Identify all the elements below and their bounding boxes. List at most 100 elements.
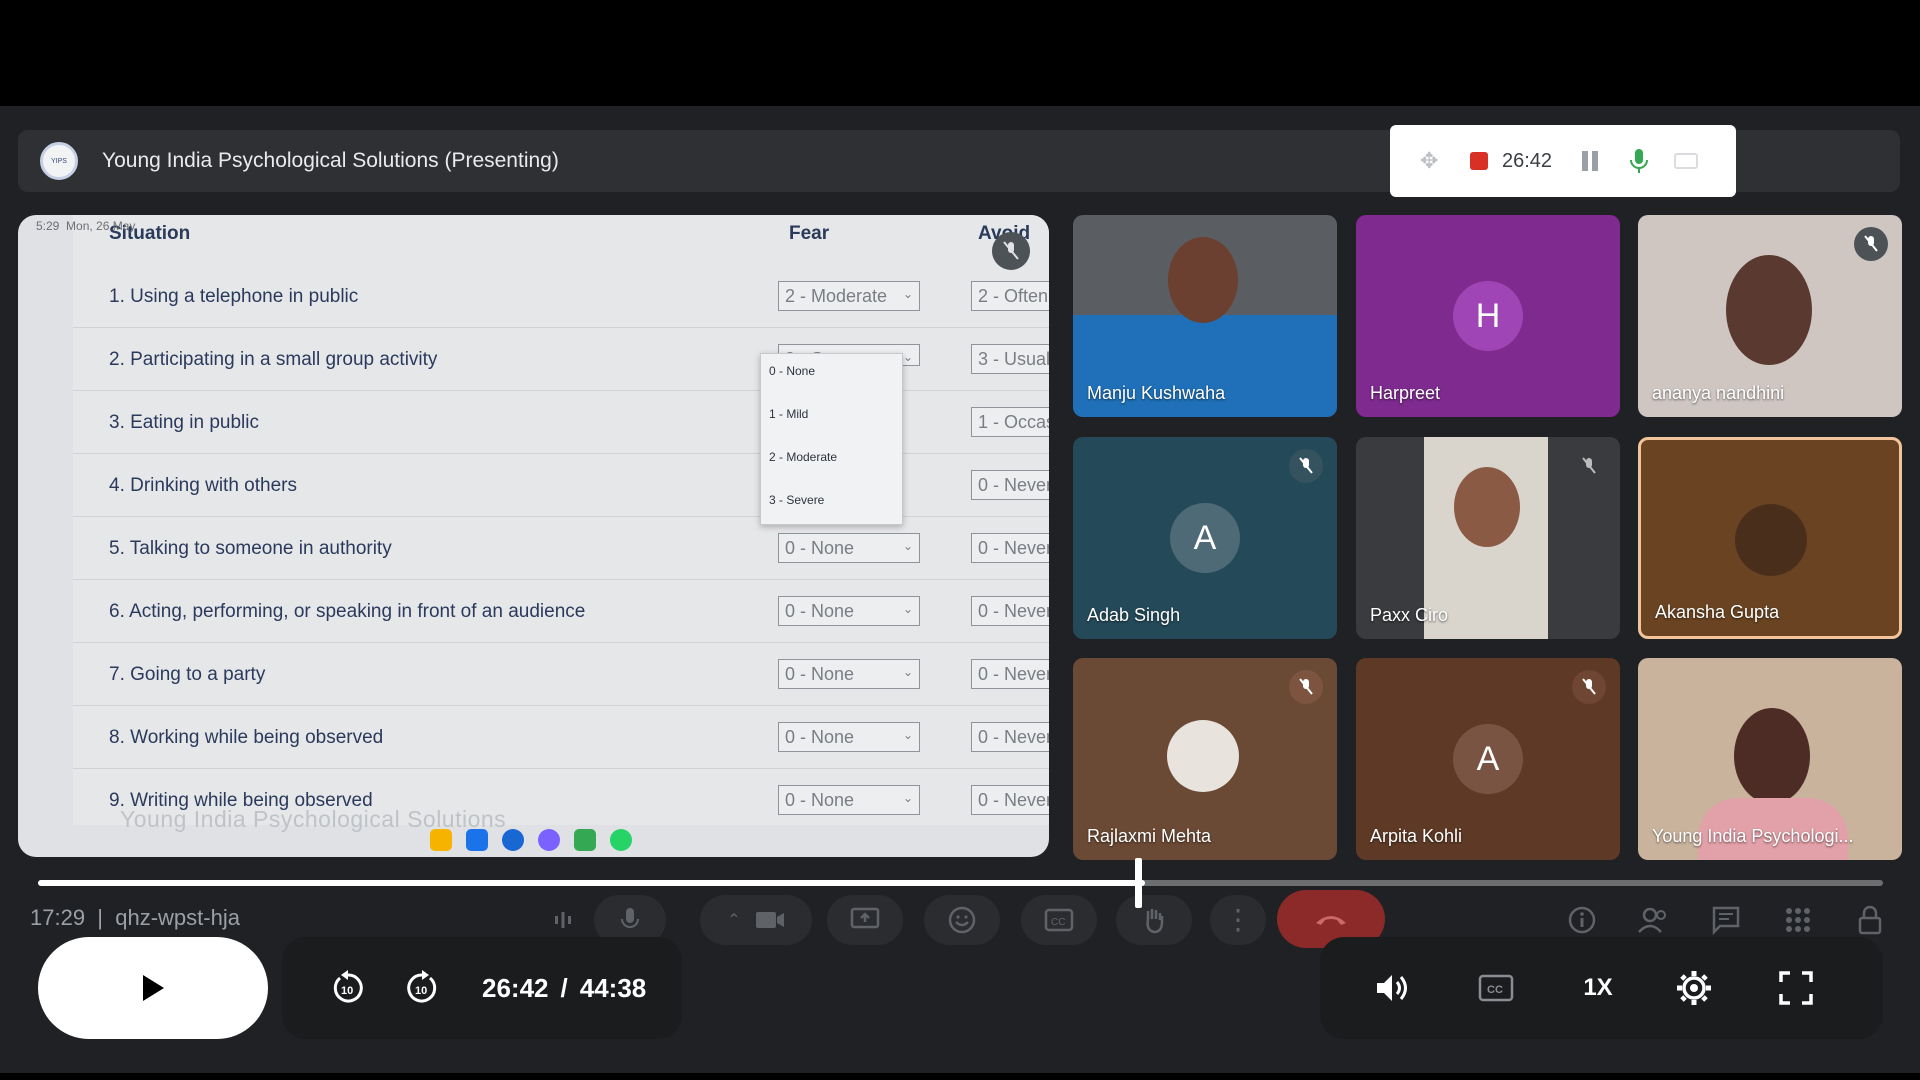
svg-text:CC: CC (1051, 917, 1065, 928)
participant-tile[interactable]: Paxx Ciro (1356, 437, 1620, 639)
meeting-clock: 17:29 | qhz-wpst-hja (30, 905, 240, 930)
time-separator: / (560, 972, 568, 1003)
fullscreen-icon[interactable] (1776, 968, 1816, 1008)
volume-icon[interactable] (1372, 968, 1412, 1008)
folder-icon (430, 829, 452, 851)
present-screen-button[interactable] (827, 895, 903, 945)
table-row: 1. Using a telephone in public 2 - Moder… (73, 265, 1049, 328)
avoidance-select[interactable]: 0 - Never (971, 470, 1049, 500)
forward-10-icon[interactable]: 10 (402, 968, 442, 1008)
situation-label: 4. Drinking with others (109, 475, 297, 496)
move-icon[interactable]: ✥ (1420, 148, 1442, 174)
camera-button[interactable]: ⌃ (700, 895, 812, 945)
dropdown-option[interactable]: 2 - Moderate (769, 450, 837, 464)
host-controls-icon[interactable] (1852, 902, 1888, 938)
fear-select[interactable]: 2 - Moderate ⌄ (778, 281, 920, 311)
situation-label: 5. Talking to someone in authority (109, 538, 392, 559)
fear-select[interactable]: 0 - None ⌄ (778, 785, 920, 815)
recording-panel: ✥ 26:42 (1390, 125, 1736, 197)
participant-face (1734, 708, 1810, 804)
participant-name: Adab Singh (1087, 605, 1181, 625)
avoidance-select[interactable]: 0 - Never (971, 722, 1049, 752)
dropdown-option[interactable]: 1 - Mild (769, 407, 808, 421)
avoidance-select[interactable]: 0 - Never (971, 596, 1049, 626)
situation-label: 1. Using a telephone in public (109, 286, 359, 307)
captions-button[interactable]: CC (1021, 895, 1097, 945)
avoidance-select[interactable]: 0 - Never (971, 533, 1049, 563)
participant-tile[interactable]: Rajlaxmi Mehta (1073, 658, 1337, 860)
dropdown-option[interactable]: 0 - None (769, 364, 815, 378)
avatar: H (1453, 281, 1523, 351)
player-settings-controls: CC 1X (1320, 937, 1883, 1039)
participant-tile[interactable]: H Harpreet (1356, 215, 1620, 417)
mic-off-icon (1289, 449, 1323, 483)
participant-face (1168, 237, 1238, 323)
playback-scrubber-handle[interactable] (1135, 858, 1142, 908)
chat-icon[interactable] (1708, 902, 1744, 938)
emoji-reaction-button[interactable] (924, 895, 1000, 945)
dropdown-option[interactable]: 3 - Severe (769, 493, 824, 507)
fear-select[interactable]: 0 - None ⌄ (778, 533, 920, 563)
mic-off-icon (1854, 227, 1888, 261)
browser-icon (538, 829, 560, 851)
avoidance-select[interactable]: 1 - Occasionally (971, 407, 1049, 437)
column-header-fear: Fear (789, 223, 830, 244)
svg-text:10: 10 (341, 985, 353, 997)
current-time: 26:42 (482, 972, 549, 1003)
situation-label: 7. Going to a party (109, 664, 266, 685)
participant-tile[interactable]: ananya nandhini (1638, 215, 1902, 417)
chat-icon (502, 829, 524, 851)
fear-select[interactable]: 0 - None ⌄ (778, 596, 920, 626)
people-icon[interactable] (1636, 902, 1672, 938)
shared-screen: Situation Fear Avoid 1. Using a telephon… (18, 215, 1049, 857)
drive-icon (574, 829, 596, 851)
more-vert-icon: ⋮ (1224, 904, 1252, 935)
playback-progress-bar[interactable] (38, 880, 1883, 886)
participant-tile[interactable]: Young India Psychologi... (1638, 658, 1902, 860)
raise-hand-button[interactable] (1116, 895, 1192, 945)
play-button[interactable] (38, 937, 268, 1039)
table-row: 8. Working while being observed 0 - None… (73, 706, 1049, 769)
participant-tile-active-speaker[interactable]: Akansha Gupta (1638, 437, 1902, 639)
avoidance-select[interactable]: 0 - Never (971, 785, 1049, 815)
settings-gear-icon[interactable] (1674, 968, 1714, 1008)
situation-label: 6. Acting, performing, or speaking in fr… (109, 601, 586, 622)
rewind-10-icon[interactable]: 10 (328, 968, 368, 1008)
participant-name: Manju Kushwaha (1087, 383, 1226, 403)
participant-tile[interactable]: Manju Kushwaha (1073, 215, 1337, 417)
stop-recording-button[interactable] (1470, 152, 1488, 170)
meeting-info-icon[interactable] (1564, 902, 1600, 938)
avoidance-select[interactable]: 3 - Usually (971, 344, 1049, 374)
participant-tile[interactable]: A Arpita Kohli (1356, 658, 1620, 860)
svg-text:10: 10 (415, 985, 427, 997)
participant-name: Young India Psychologi... (1652, 826, 1854, 846)
avatar: A (1453, 724, 1523, 794)
activities-icon[interactable] (1780, 902, 1816, 938)
situation-label: 8. Working while being observed (109, 727, 384, 748)
calendar-icon (466, 829, 488, 851)
avoidance-select[interactable]: 0 - Never (971, 659, 1049, 689)
mic-off-icon (1289, 670, 1323, 704)
fear-select[interactable]: 0 - None ⌄ (778, 659, 920, 689)
chevron-up-icon[interactable]: ⌃ (727, 910, 740, 930)
total-duration: 44:38 (579, 972, 647, 1003)
camera-icon[interactable] (1674, 153, 1699, 169)
table-row: 7. Going to a party 0 - None ⌄ 0 - Never (73, 643, 1049, 706)
device-taskbar (430, 827, 750, 853)
svg-text:CC: CC (1487, 984, 1503, 996)
more-options-button[interactable]: ⋮ (1210, 895, 1266, 945)
microphone-icon[interactable] (1628, 148, 1650, 174)
playback-progress-fill (38, 880, 1145, 886)
avoidance-select[interactable]: 2 - Often (971, 281, 1049, 311)
playback-speed-button[interactable]: 1X (1578, 968, 1618, 1008)
participant-tile[interactable]: A Adab Singh (1073, 437, 1337, 639)
participant-name: Akansha Gupta (1655, 602, 1780, 622)
organization-logo: YIPS (40, 142, 78, 180)
subtitles-icon[interactable]: CC (1476, 968, 1516, 1008)
table-row: 6. Acting, performing, or speaking in fr… (73, 580, 1049, 643)
pause-recording-button[interactable] (1580, 151, 1600, 171)
avatar (1735, 504, 1807, 576)
fear-select[interactable]: 0 - None ⌄ (778, 722, 920, 752)
situation-label: 2. Participating in a small group activi… (109, 349, 438, 370)
whatsapp-icon (610, 829, 632, 851)
